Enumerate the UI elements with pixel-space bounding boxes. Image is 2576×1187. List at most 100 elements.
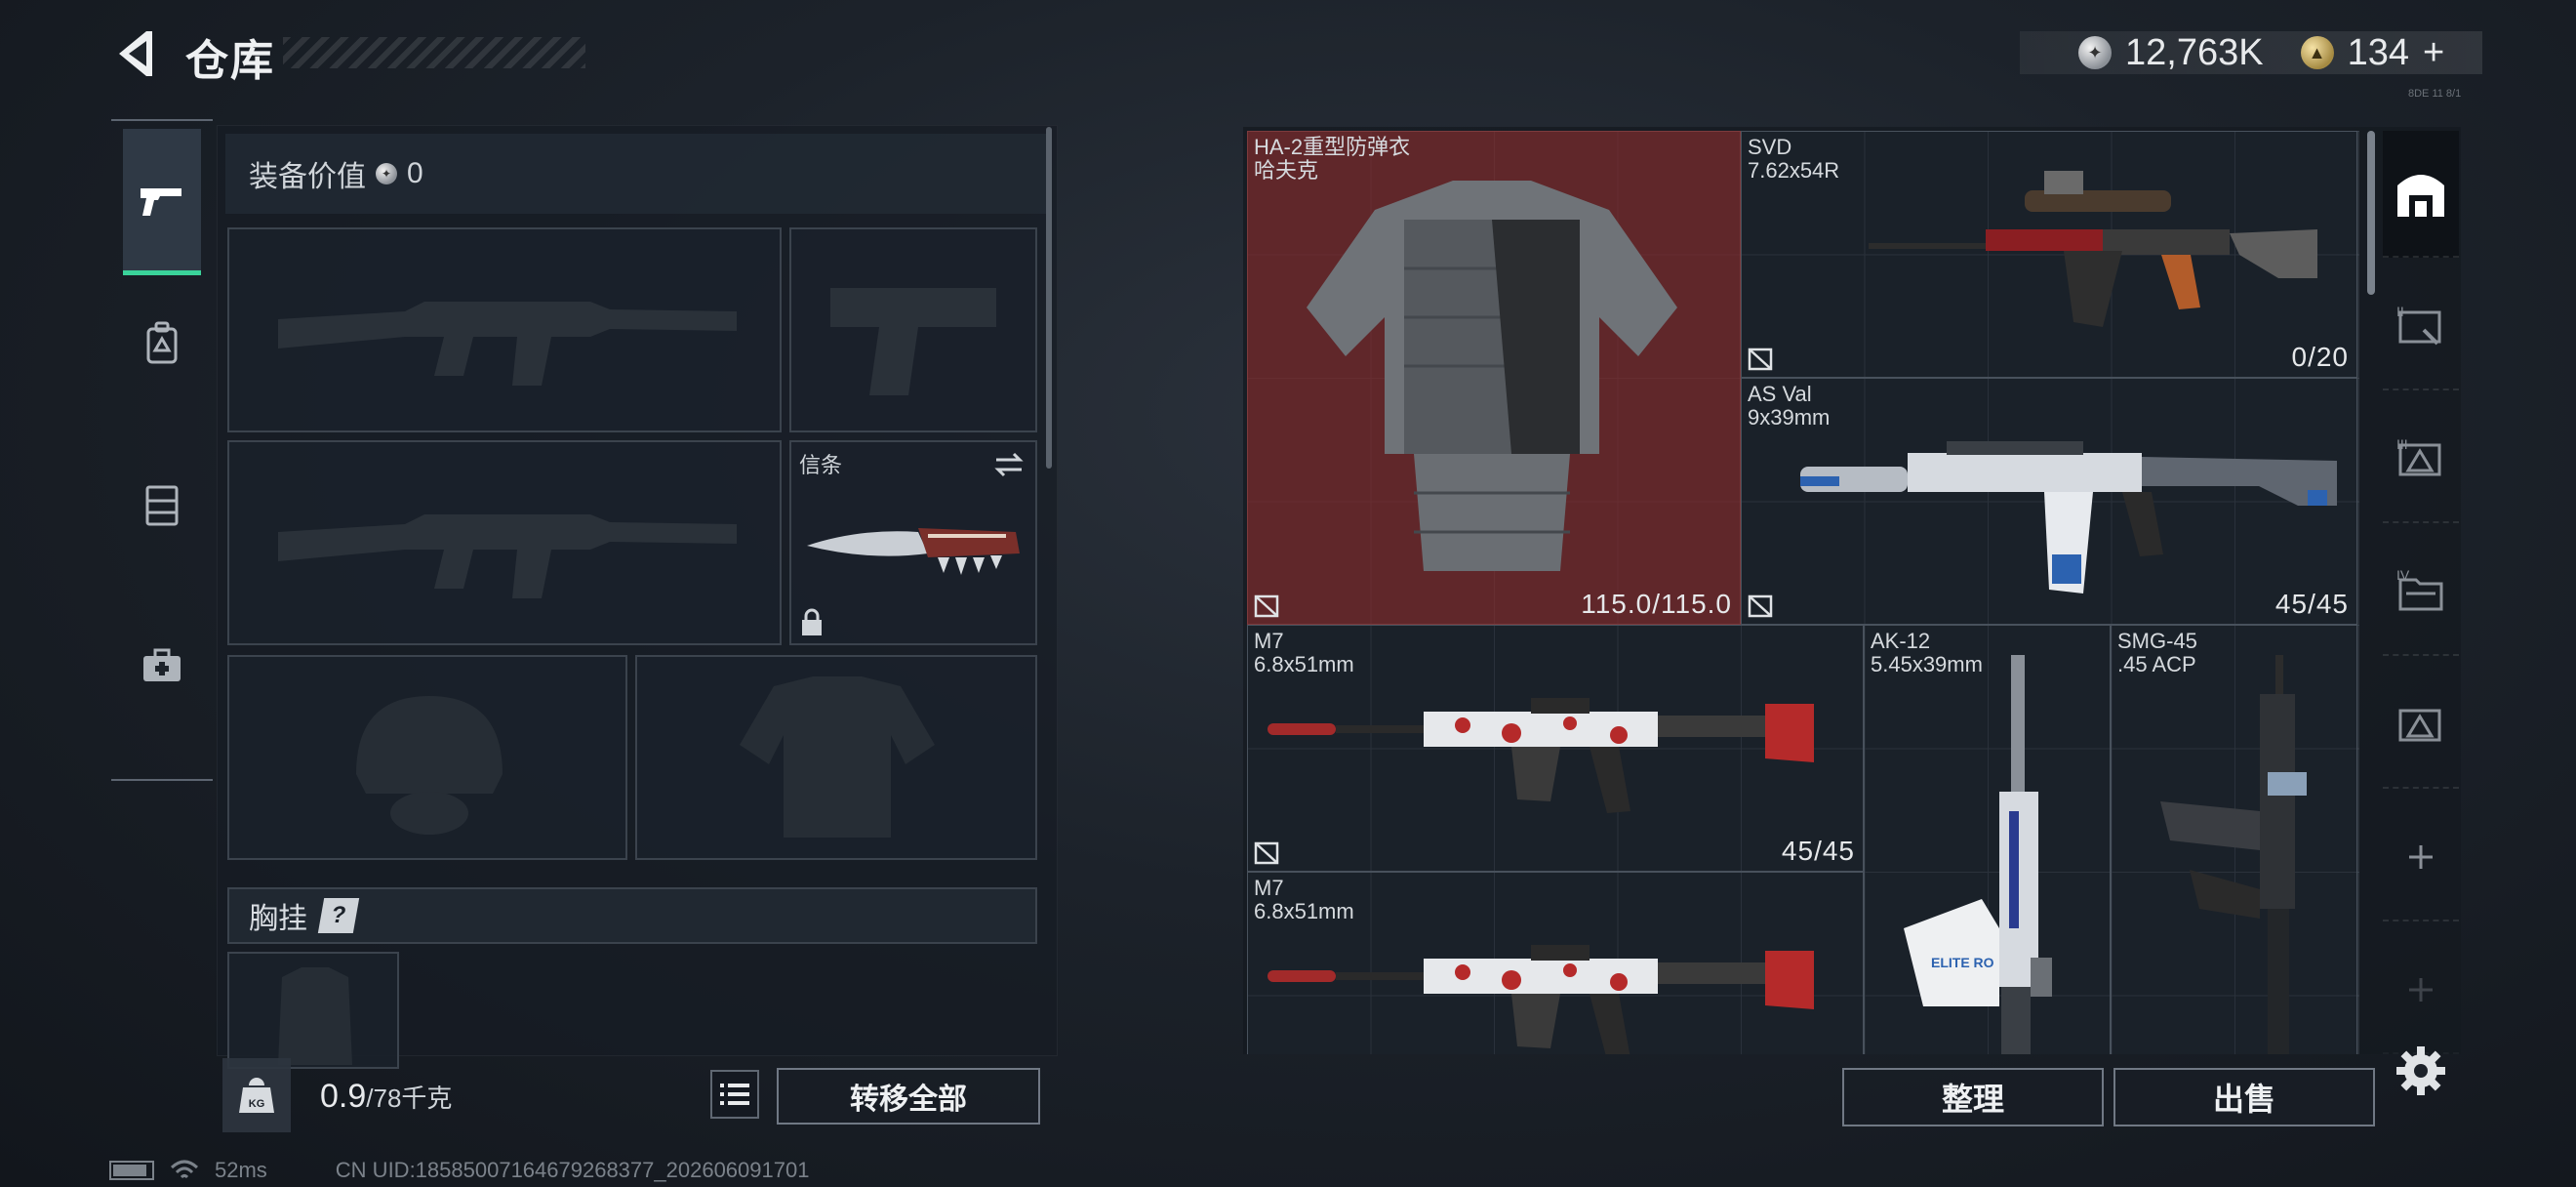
pistol-icon (141, 187, 181, 216)
stash-tab-2[interactable]: II (2383, 264, 2459, 390)
no-trade-icon (1748, 348, 1773, 371)
gold-coin-icon: ▲ (2300, 36, 2334, 69)
svg-text:II: II (2396, 304, 2404, 319)
gear-icon (2396, 1046, 2445, 1095)
stash-item-asval[interactable]: AS Val 9x39mm 45/45 (1741, 378, 2357, 625)
equipment-value: 0 (407, 157, 423, 189)
transfer-all-button[interactable]: 转移全部 (777, 1068, 1040, 1125)
rail-divider-top (111, 119, 213, 121)
chest-rig-header: 胸挂 ? (227, 887, 1037, 944)
equipment-value-row: 装备价值 ✦ 0 (225, 134, 1051, 214)
swap-icon[interactable] (992, 450, 1026, 479)
rail-tab-weapons[interactable] (123, 129, 201, 275)
stash-item-smg45[interactable]: SMG-45.45 ACP (2111, 625, 2357, 1054)
title-decoration (283, 37, 585, 68)
equipment-category-rail (111, 119, 213, 783)
no-trade-icon (1748, 594, 1773, 618)
weight-readout: 0.9/78千克 (320, 1078, 452, 1116)
currency-bar: ✦ 12,763K ▲ 134 + (2020, 31, 2482, 74)
stash-item-m7[interactable]: M7 6.8x51mm 45/45 (1247, 625, 1864, 872)
lock-icon (802, 608, 822, 635)
stash-page-icon: II (2396, 304, 2441, 346)
svg-text:IV: IV (2396, 568, 2410, 583)
battle-rifle-image (1268, 698, 1814, 813)
svg-text:KG: KG (249, 1098, 265, 1110)
silver-currency-value: 12,763K (2125, 31, 2264, 73)
page-title: 仓库 (185, 37, 275, 85)
no-trade-icon (1254, 594, 1279, 618)
list-view-button[interactable] (710, 1070, 759, 1119)
rifle-silhouette-icon (278, 302, 737, 386)
back-button[interactable] (107, 27, 162, 80)
stash-item-armor[interactable]: HA-2重型防弹衣 哈夫克 115.0/115.0 (1247, 131, 1741, 625)
pistol-silhouette-icon (830, 288, 996, 395)
backpack-icon (146, 321, 178, 364)
sell-button[interactable]: 出售 (2113, 1068, 2375, 1126)
add-currency-button[interactable]: + (2423, 32, 2444, 74)
item-name: SVD 7.62x54R (1748, 135, 1840, 183)
helmet-silhouette-icon (356, 696, 503, 835)
item-durability: 115.0/115.0 (1581, 589, 1732, 619)
stash-grid: HA-2重型防弹衣 哈夫克 115.0/115.0 SVD 7.62x54R 0… (1247, 131, 2359, 1054)
wifi-icon (170, 1160, 199, 1179)
status-strip: 52ms CN UID:18585007164679268377_2026060… (109, 1158, 809, 1183)
melee-slot-label: 信条 (799, 453, 843, 477)
stash-item-m7[interactable]: M7 6.8x51mm (1247, 872, 1864, 1054)
chest-rig-label: 胸挂 (249, 903, 307, 935)
primary-weapon-slot-1[interactable] (227, 227, 782, 432)
loadout-scrollbar[interactable] (1046, 127, 1052, 469)
stash-tabs: II III IV (2381, 131, 2463, 1048)
gold-currency-value: 134 (2347, 31, 2409, 73)
chest-rig-silhouette-icon (278, 967, 352, 1065)
back-arrow-icon (119, 31, 152, 76)
rail-tab-backpack[interactable] (123, 270, 201, 417)
medkit-icon (143, 648, 181, 681)
build-tag: 8DE 11 8/1 (2408, 88, 2462, 100)
body-armor-image (1307, 181, 1677, 571)
stash-scrollbar[interactable] (2367, 131, 2375, 295)
sort-button[interactable]: 整理 (1842, 1068, 2104, 1126)
rail-divider-bottom (111, 779, 213, 781)
weight-icon: KG (239, 1078, 274, 1113)
stash-tab-4[interactable]: IV (2383, 529, 2459, 656)
stash-item-ak12[interactable]: AK-12 5.45x39mm ELITE RO (1864, 625, 2111, 1054)
body-armor-slot[interactable] (635, 655, 1037, 860)
stash-tab-5[interactable] (2383, 662, 2459, 789)
vest-icon (145, 485, 179, 526)
battle-rifle-image (1268, 945, 1814, 1054)
help-icon[interactable]: ? (317, 898, 360, 933)
rail-tab-medical[interactable] (123, 593, 201, 739)
rifle-silhouette-icon (278, 514, 737, 598)
rail-tab-chest-rig[interactable] (123, 431, 201, 578)
svg-text:III: III (2396, 436, 2408, 452)
svg-text:ELITE RO: ELITE RO (1931, 955, 1994, 970)
battery-icon (109, 1161, 154, 1180)
item-ammo-count: 45/45 (2274, 589, 2349, 619)
chest-rig-slot[interactable] (227, 952, 399, 1069)
stash-page-icon (2398, 709, 2441, 742)
plus-icon (2409, 978, 2433, 1002)
melee-slot[interactable]: 信条 (789, 440, 1037, 645)
silver-coin-icon: ✦ (2078, 36, 2112, 69)
weight-badge: KG (222, 1058, 291, 1132)
stash-tab-main[interactable] (2383, 131, 2459, 258)
stash-page-icon: IV (2396, 568, 2443, 611)
stash-item-svd[interactable]: SVD 7.62x54R 0/20 (1741, 131, 2357, 378)
sniper-rifle-image (1869, 171, 2317, 327)
stash-page-icon: III (2396, 436, 2441, 476)
loadout-panel: 装备价值 ✦ 0 信条 胸挂 ? (217, 125, 1058, 1069)
weight-max: /78千克 (366, 1084, 453, 1113)
primary-weapon-slot-2[interactable] (227, 440, 782, 645)
warehouse-icon (2397, 175, 2444, 217)
stash-panel: HA-2重型防弹衣 哈夫克 115.0/115.0 SVD 7.62x54R 0… (1243, 127, 2461, 1054)
smg-image (2160, 655, 2307, 1054)
item-ammo-count: 0/20 (2291, 342, 2349, 372)
knife-icon (807, 528, 1020, 575)
add-stash-tab-button[interactable] (2383, 795, 2459, 921)
helmet-slot[interactable] (227, 655, 627, 860)
settings-button[interactable] (2395, 1044, 2447, 1097)
stash-tab-3[interactable]: III (2383, 396, 2459, 523)
weight-current: 0.9 (320, 1078, 367, 1115)
sidearm-slot[interactable] (789, 227, 1037, 432)
silver-coin-icon: ✦ (376, 163, 397, 184)
